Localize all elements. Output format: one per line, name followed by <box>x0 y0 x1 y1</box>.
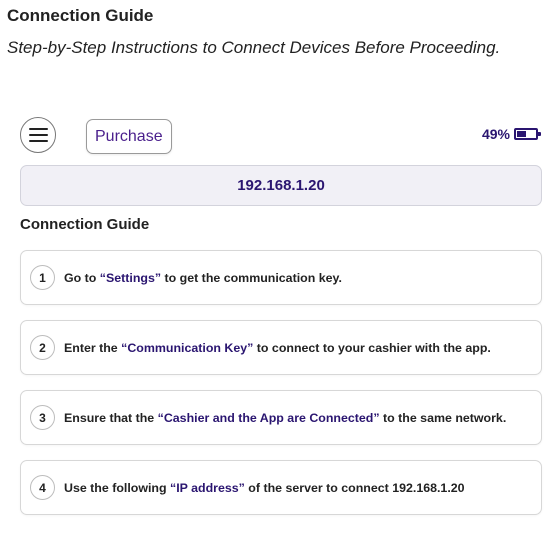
ip-address-value: 192.168.1.20 <box>237 177 325 194</box>
step-number-badge: 4 <box>30 475 55 500</box>
step-text-highlight: “Cashier and the App are Connected” <box>157 410 380 425</box>
step-card: 4 Use the following “IP address” of the … <box>20 460 542 515</box>
step-text-prefix: Go to <box>64 270 100 285</box>
top-bar: Purchase 49% <box>20 115 543 159</box>
step-text-highlight: “Communication Key” <box>121 340 254 355</box>
step-text-highlight: “Settings” <box>99 270 162 285</box>
battery-icon <box>514 128 541 140</box>
battery-level-fill <box>517 131 526 137</box>
step-text-highlight: “IP address” <box>170 480 245 495</box>
ip-address-display: 192.168.1.20 <box>20 165 542 206</box>
step-text-suffix: to get the communication key. <box>161 270 342 285</box>
battery-percent: 49% <box>481 126 510 142</box>
purchase-button[interactable]: Purchase <box>86 119 172 154</box>
step-text-prefix: Enter the <box>64 340 122 355</box>
step-text: Use the following “IP address” of the se… <box>64 481 465 495</box>
step-text-prefix: Use the following <box>64 480 171 495</box>
menu-button[interactable] <box>20 117 56 153</box>
document-subtitle: Step-by-Step Instructions to Connect Dev… <box>7 38 501 57</box>
battery-status: 49% <box>481 126 541 142</box>
step-text-suffix: to the same network. <box>379 410 507 425</box>
step-card: 2 Enter the “Communication Key” to conne… <box>20 320 542 375</box>
document-title: Connection Guide <box>7 6 154 25</box>
step-text: Go to “Settings” to get the communicatio… <box>64 271 342 285</box>
steps-list: 1 Go to “Settings” to get the communicat… <box>20 250 543 515</box>
section-title: Connection Guide <box>20 216 150 233</box>
app-screen: Purchase 49% 192.168.1.20 Connection Gui… <box>20 115 543 530</box>
step-number-badge: 2 <box>30 335 55 360</box>
step-card: 1 Go to “Settings” to get the communicat… <box>20 250 542 305</box>
step-number-badge: 1 <box>30 265 55 290</box>
step-text-suffix: to connect to your cashier with the app. <box>253 340 491 355</box>
step-text: Enter the “Communication Key” to connect… <box>64 341 491 355</box>
step-number-badge: 3 <box>30 405 55 430</box>
step-text-prefix: Ensure that the <box>64 410 158 425</box>
step-text: Ensure that the “Cashier and the App are… <box>64 411 506 425</box>
hamburger-menu-icon <box>28 128 48 142</box>
step-text-suffix: of the server to connect 192.168.1.20 <box>244 480 465 495</box>
step-card: 3 Ensure that the “Cashier and the App a… <box>20 390 542 445</box>
